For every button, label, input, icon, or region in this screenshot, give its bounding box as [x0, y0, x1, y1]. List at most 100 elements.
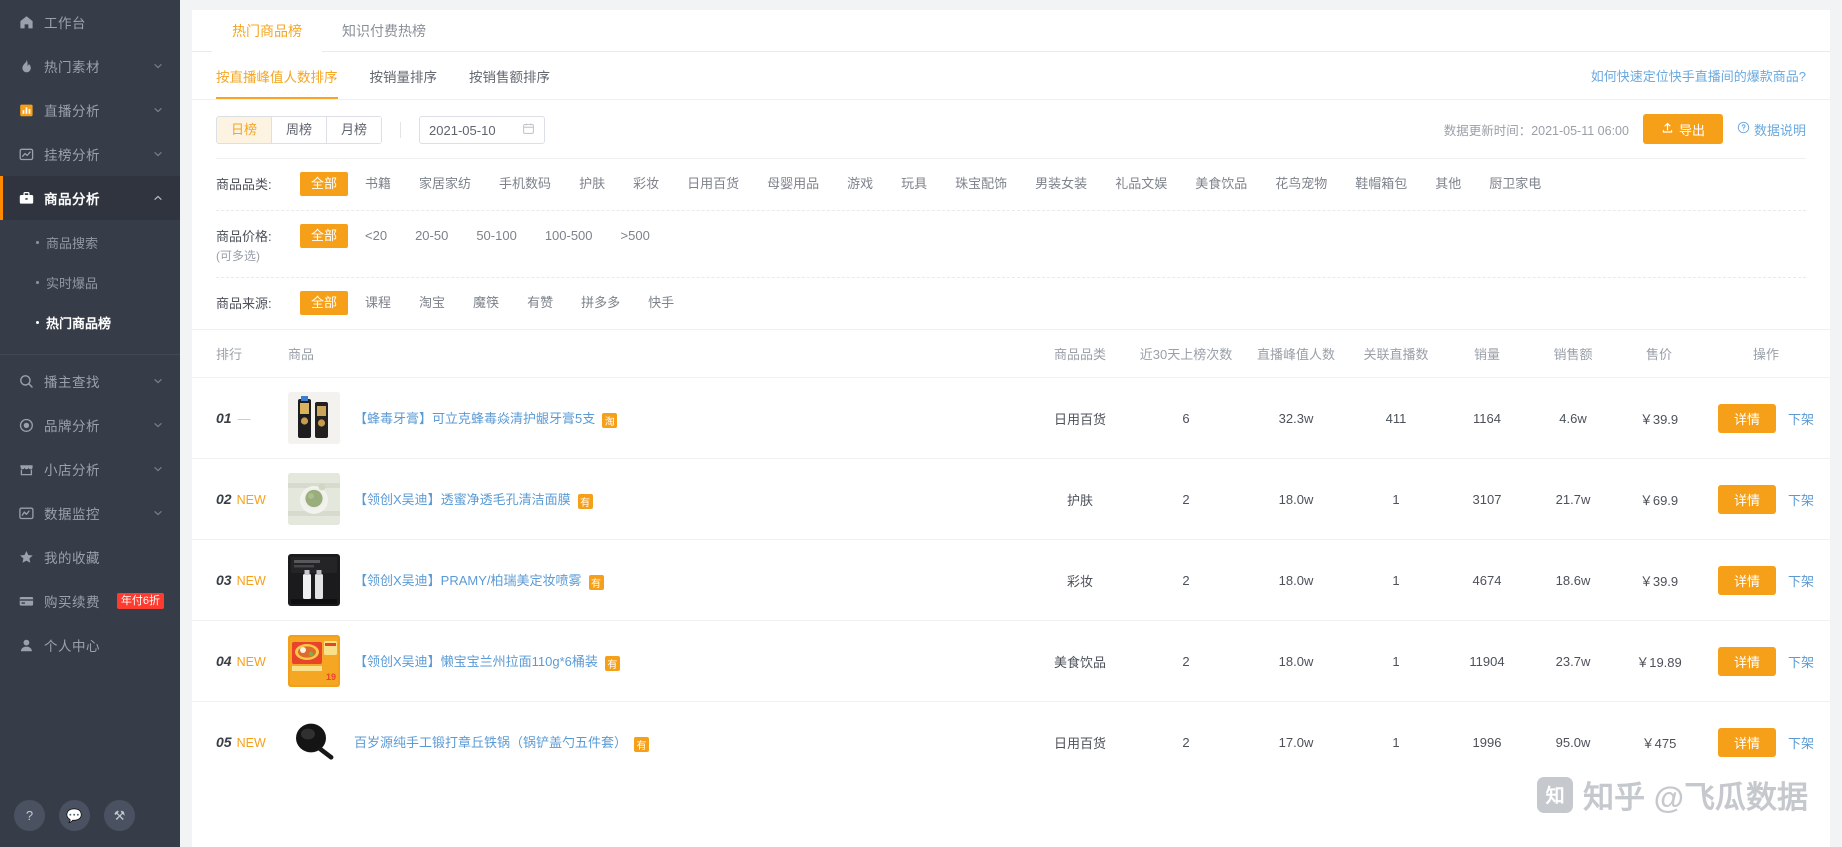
product-thumbnail[interactable]	[288, 716, 340, 768]
help-fab[interactable]: ?	[14, 800, 45, 831]
filter-option-母婴用品[interactable]: 母婴用品	[756, 172, 830, 196]
filter-option-课程[interactable]: 课程	[354, 291, 402, 315]
product-thumbnail[interactable]: 19	[288, 635, 340, 687]
product-title-link[interactable]: 【领创X吴迪】PRAMY/柏瑞美定妆喷雾有	[354, 570, 604, 590]
filter-option-书籍[interactable]: 书籍	[354, 172, 402, 196]
filter-option-全部[interactable]: 全部	[300, 224, 348, 248]
offshelf-link[interactable]: 下架	[1788, 493, 1814, 508]
export-icon	[1661, 121, 1674, 137]
offshelf-link[interactable]: 下架	[1788, 655, 1814, 670]
detail-button[interactable]: 详情	[1718, 647, 1776, 676]
product-title-link[interactable]: 【领创X吴迪】透蜜净透毛孔清洁面膜有	[354, 489, 593, 509]
product-title-link[interactable]: 【蜂毒牙膏】可立克蜂毒焱清护龈牙膏5支淘	[354, 408, 617, 428]
offshelf-link[interactable]: 下架	[1788, 412, 1814, 427]
product-thumbnail[interactable]	[288, 473, 340, 525]
filter-option-护肤[interactable]: 护肤	[568, 172, 616, 196]
detail-button[interactable]: 详情	[1718, 566, 1776, 595]
detail-button[interactable]: 详情	[1718, 485, 1776, 514]
export-button[interactable]: 导出	[1643, 114, 1723, 144]
sidebar-item-工作台[interactable]: 工作台	[0, 0, 180, 44]
sidebar-item-数据监控[interactable]: 数据监控	[0, 491, 180, 535]
sidebar-item-个人中心[interactable]: 个人中心	[0, 623, 180, 667]
sort-tab-按销售额排序[interactable]: 按销售额排序	[469, 66, 550, 99]
table-header-直播峰值人数: 直播峰值人数	[1244, 330, 1348, 378]
help-link[interactable]: 如何快速定位快手直播间的爆款商品?	[1591, 66, 1806, 85]
sidebar-item-小店分析[interactable]: 小店分析	[0, 447, 180, 491]
table-body: 01—【蜂毒牙膏】可立克蜂毒焱清护龈牙膏5支淘日用百货632.3w4111164…	[192, 378, 1830, 783]
filter-option-厨卫家电[interactable]: 厨卫家电	[1478, 172, 1552, 196]
source-badge-icon: 有	[589, 575, 604, 590]
filter-option-男装女装[interactable]: 男装女装	[1024, 172, 1098, 196]
sort-tab-按直播峰值人数排序[interactable]: 按直播峰值人数排序	[216, 66, 338, 99]
date-picker[interactable]: 2021-05-10	[419, 116, 545, 144]
sidebar-item-播主查找[interactable]: 播主查找	[0, 359, 180, 403]
filter-option-有赞[interactable]: 有赞	[516, 291, 564, 315]
filter-option-玩具[interactable]: 玩具	[890, 172, 938, 196]
table-row[interactable]: 02NEW【领创X吴迪】透蜜净透毛孔清洁面膜有护肤218.0w1310721.7…	[192, 459, 1830, 540]
detail-button[interactable]: 详情	[1718, 404, 1776, 433]
sidebar-item-直播分析[interactable]: 直播分析	[0, 88, 180, 132]
sidebar-subitem-热门商品榜[interactable]: 热门商品榜	[0, 302, 180, 342]
filter-option-美食饮品[interactable]: 美食饮品	[1184, 172, 1258, 196]
period-option-日榜[interactable]: 日榜	[217, 117, 272, 143]
data-note-link[interactable]: 数据说明	[1737, 120, 1806, 139]
table-row[interactable]: 01—【蜂毒牙膏】可立克蜂毒焱清护龈牙膏5支淘日用百货632.3w4111164…	[192, 378, 1830, 459]
table-row[interactable]: 05NEW百岁源纯手工锻打章丘铁锅（锅铲盖勺五件套）有日用百货217.0w119…	[192, 702, 1830, 783]
filter-option-其他[interactable]: 其他	[1424, 172, 1472, 196]
filter-option-50-100[interactable]: 50-100	[465, 224, 527, 248]
product-thumbnail[interactable]	[288, 554, 340, 606]
sidebar-item-我的收藏[interactable]: 我的收藏	[0, 535, 180, 579]
period-option-周榜[interactable]: 周榜	[272, 117, 327, 143]
table-header-关联直播数: 关联直播数	[1348, 330, 1444, 378]
table-row[interactable]: 04NEW19【领创X吴迪】懒宝宝兰州拉面110g*6桶装有美食饮品218.0w…	[192, 621, 1830, 702]
filter-option-鞋帽箱包[interactable]: 鞋帽箱包	[1344, 172, 1418, 196]
filter-option-快手[interactable]: 快手	[637, 291, 685, 315]
filter-option-全部[interactable]: 全部	[300, 291, 348, 315]
filter-option-100-500[interactable]: 100-500	[534, 224, 604, 248]
filter-option-20-50[interactable]: 20-50	[404, 224, 459, 248]
tab-热门商品榜[interactable]: 热门商品榜	[212, 10, 322, 52]
sidebar-item-商品分析[interactable]: 商品分析	[0, 176, 180, 220]
product-thumbnail[interactable]	[288, 392, 340, 444]
filter-option-魔筷[interactable]: 魔筷	[462, 291, 510, 315]
tools-fab[interactable]: ⚒	[104, 800, 135, 831]
filter-option-<20[interactable]: <20	[354, 224, 398, 248]
chat-fab[interactable]: 💬	[59, 800, 90, 831]
offshelf-link[interactable]: 下架	[1788, 574, 1814, 589]
product-title-link[interactable]: 百岁源纯手工锻打章丘铁锅（锅铲盖勺五件套）有	[354, 732, 649, 752]
sort-tab-label: 按销售额排序	[469, 70, 550, 85]
filter-options: 全部课程淘宝魔筷有赞拼多多快手	[300, 291, 1806, 315]
filter-option->500[interactable]: >500	[610, 224, 661, 248]
sidebar-item-品牌分析[interactable]: 品牌分析	[0, 403, 180, 447]
sidebar-item-购买续费[interactable]: 购买续费年付6折	[0, 579, 180, 623]
floating-action-buttons: ? 💬 ⚒	[14, 800, 135, 831]
sidebar-subitem-商品搜索[interactable]: 商品搜索	[0, 222, 180, 262]
filter-option-礼品文娱[interactable]: 礼品文娱	[1104, 172, 1178, 196]
filter-option-家居家纺[interactable]: 家居家纺	[408, 172, 482, 196]
cell-price: ￥39.9	[1616, 378, 1702, 459]
filter-option-手机数码[interactable]: 手机数码	[488, 172, 562, 196]
period-option-月榜[interactable]: 月榜	[327, 117, 381, 143]
tab-知识付费热榜[interactable]: 知识付费热榜	[322, 10, 446, 52]
table-row[interactable]: 03NEW【领创X吴迪】PRAMY/柏瑞美定妆喷雾有彩妆218.0w146741…	[192, 540, 1830, 621]
filter-option-游戏[interactable]: 游戏	[836, 172, 884, 196]
product-title-link[interactable]: 【领创X吴迪】懒宝宝兰州拉面110g*6桶装有	[354, 651, 620, 671]
table-header-商品: 商品	[284, 330, 1032, 378]
filter-option-淘宝[interactable]: 淘宝	[408, 291, 456, 315]
offshelf-link[interactable]: 下架	[1788, 736, 1814, 751]
cell-rank: 04NEW	[192, 621, 284, 702]
sidebar-subitem-实时爆品[interactable]: 实时爆品	[0, 262, 180, 302]
cell-sales: 1996	[1444, 702, 1530, 783]
sidebar-item-热门素材[interactable]: 热门素材	[0, 44, 180, 88]
medal-icon	[18, 417, 35, 434]
filter-option-拼多多[interactable]: 拼多多	[570, 291, 631, 315]
filter-option-日用百货[interactable]: 日用百货	[676, 172, 750, 196]
filter-option-全部[interactable]: 全部	[300, 172, 348, 196]
sidebar-item-挂榜分析[interactable]: 挂榜分析	[0, 132, 180, 176]
sort-tab-按销量排序[interactable]: 按销量排序	[370, 66, 438, 99]
filter-option-花鸟宠物[interactable]: 花鸟宠物	[1264, 172, 1338, 196]
cell-category: 彩妆	[1032, 540, 1128, 621]
filter-option-彩妆[interactable]: 彩妆	[622, 172, 670, 196]
filter-option-珠宝配饰[interactable]: 珠宝配饰	[944, 172, 1018, 196]
detail-button[interactable]: 详情	[1718, 728, 1776, 757]
